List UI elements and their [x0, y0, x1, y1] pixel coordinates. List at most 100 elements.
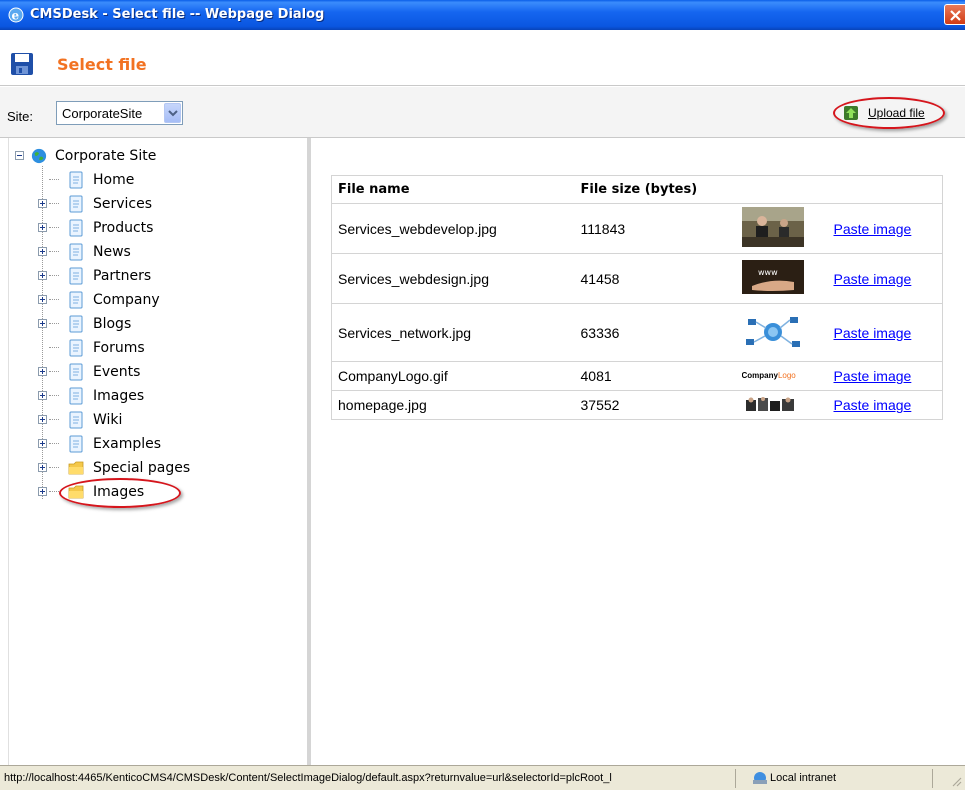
- business-meeting-thumb: [741, 207, 805, 250]
- paste-image-link[interactable]: Paste image: [834, 368, 912, 384]
- tree-connector: [49, 227, 59, 228]
- tree-item[interactable]: Examples: [38, 433, 238, 457]
- status-bar: http://localhost:4465/KenticoCMS4/CMSDes…: [0, 765, 965, 790]
- tree-item[interactable]: Images: [38, 385, 238, 409]
- tree-item[interactable]: Events: [38, 361, 238, 385]
- column-header: [738, 176, 828, 204]
- tree-item[interactable]: News: [38, 241, 238, 265]
- paste-image-link[interactable]: Paste image: [834, 397, 912, 413]
- expand-toggle[interactable]: [38, 367, 47, 376]
- file-name-cell: Services_webdevelop.jpg: [331, 203, 575, 254]
- tree-item-label: Wiki: [93, 412, 123, 428]
- paste-image-link[interactable]: Paste image: [834, 221, 912, 237]
- column-header: File name: [338, 182, 410, 197]
- paste-image-link[interactable]: Paste image: [834, 271, 912, 287]
- expand-toggle[interactable]: [38, 487, 47, 496]
- expand-toggle[interactable]: [38, 271, 47, 280]
- page-icon: [69, 435, 83, 453]
- page-icon: [69, 219, 83, 237]
- highlight-oval: [59, 478, 181, 508]
- file-row[interactable]: Services_webdevelop.jpg 111843 Paste image: [331, 203, 943, 254]
- tree-item[interactable]: Wiki: [38, 409, 238, 433]
- action-cell: Paste image: [827, 203, 943, 254]
- floppy-disk-icon: [11, 53, 33, 75]
- site-label: Site:: [7, 109, 34, 124]
- expand-toggle[interactable]: [38, 295, 47, 304]
- file-name-cell: Services_network.jpg: [331, 303, 575, 362]
- page-icon: [69, 171, 83, 189]
- upload-file-link[interactable]: Upload file: [833, 97, 945, 129]
- folder-icon: [68, 461, 84, 475]
- tree-item-label: Partners: [93, 268, 152, 284]
- action-cell: Paste image: [827, 253, 943, 304]
- resize-grip-icon[interactable]: [950, 775, 962, 787]
- tree-root[interactable]: Corporate Site: [15, 145, 215, 169]
- tree-item[interactable]: Special pages: [38, 457, 238, 481]
- dialog-header: Select file: [0, 30, 965, 86]
- collapse-toggle[interactable]: [15, 151, 24, 160]
- tree-connector: [49, 299, 59, 300]
- tree-item-label: Examples: [93, 436, 162, 452]
- tree-item-label: News: [93, 244, 131, 260]
- close-button[interactable]: [944, 4, 965, 25]
- tree-connector: [49, 395, 59, 396]
- file-table: File name File size (bytes) Services_web…: [331, 175, 943, 420]
- site-dropdown[interactable]: CorporateSite: [56, 101, 183, 125]
- paste-image-link[interactable]: Paste image: [834, 325, 912, 341]
- tree-item-label: Products: [93, 220, 154, 236]
- svg-text:e: e: [12, 9, 20, 23]
- chevron-down-icon: [168, 110, 178, 117]
- upload-icon: [844, 106, 858, 120]
- page-icon: [69, 387, 83, 405]
- expand-toggle[interactable]: [38, 223, 47, 232]
- logo-text-accent: Logo: [777, 371, 796, 380]
- tree-item[interactable]: Partners: [38, 265, 238, 289]
- page-icon: [69, 291, 83, 309]
- window-title: CMSDesk - Select file -- Webpage Dialog: [30, 7, 325, 22]
- file-row[interactable]: Services_webdesign.jpg 41458 www Paste imag…: [331, 253, 943, 304]
- file-name-cell: Services_webdesign.jpg: [331, 253, 575, 304]
- tree-item-label: Company: [93, 292, 160, 308]
- dropdown-arrow-button[interactable]: [164, 103, 181, 123]
- table-header-row: File name File size (bytes): [332, 176, 943, 204]
- thumbnail-cell: [737, 203, 828, 254]
- page-icon: [69, 363, 83, 381]
- file-row[interactable]: homepage.jpg 37552 Paste image: [331, 390, 943, 420]
- site-dropdown-value: CorporateSite: [62, 106, 143, 121]
- expand-toggle[interactable]: [38, 463, 47, 472]
- tree-item[interactable]: Blogs: [38, 313, 238, 337]
- file-size-cell: 41458: [574, 253, 738, 304]
- expand-toggle[interactable]: [38, 439, 47, 448]
- file-list-pane: File name File size (bytes) Services_web…: [315, 138, 965, 765]
- thumbnail-cell: [737, 303, 828, 362]
- tree-connector: [49, 275, 59, 276]
- page-icon: [69, 339, 83, 357]
- network-globe-thumb: [741, 309, 805, 356]
- file-size-cell: 111843: [574, 203, 738, 254]
- tree-root-label: Corporate Site: [55, 148, 157, 164]
- page-icon: [69, 411, 83, 429]
- status-divider: [932, 769, 933, 788]
- tree-item[interactable]: Services: [38, 193, 238, 217]
- security-zone: Local intranet: [770, 772, 837, 784]
- tree-connector: [49, 443, 59, 444]
- expand-toggle[interactable]: [38, 247, 47, 256]
- expand-toggle[interactable]: [38, 199, 47, 208]
- file-row[interactable]: Services_network.jpg 63336 Paste image: [331, 303, 943, 362]
- tree-connector: [49, 203, 59, 204]
- tree-item-label: Forums: [93, 340, 145, 356]
- expand-toggle[interactable]: [38, 391, 47, 400]
- window-titlebar: e CMSDesk - Select file -- Webpage Dialo…: [0, 0, 965, 30]
- expand-toggle[interactable]: [38, 415, 47, 424]
- tree-item[interactable]: Forums: [38, 337, 238, 361]
- tree-item-label: Special pages: [93, 460, 191, 476]
- tree-item[interactable]: Products: [38, 217, 238, 241]
- tree-connector: [49, 323, 59, 324]
- tree-item[interactable]: Company: [38, 289, 238, 313]
- tree-item[interactable]: Home: [38, 169, 238, 193]
- dialog-title: Select file: [57, 55, 147, 74]
- file-row[interactable]: CompanyLogo.gif 4081 CompanyLogo Paste imag…: [331, 361, 943, 391]
- action-cell: Paste image: [827, 390, 943, 420]
- thumbnail-cell: CompanyLogo: [737, 361, 828, 391]
- expand-toggle[interactable]: [38, 319, 47, 328]
